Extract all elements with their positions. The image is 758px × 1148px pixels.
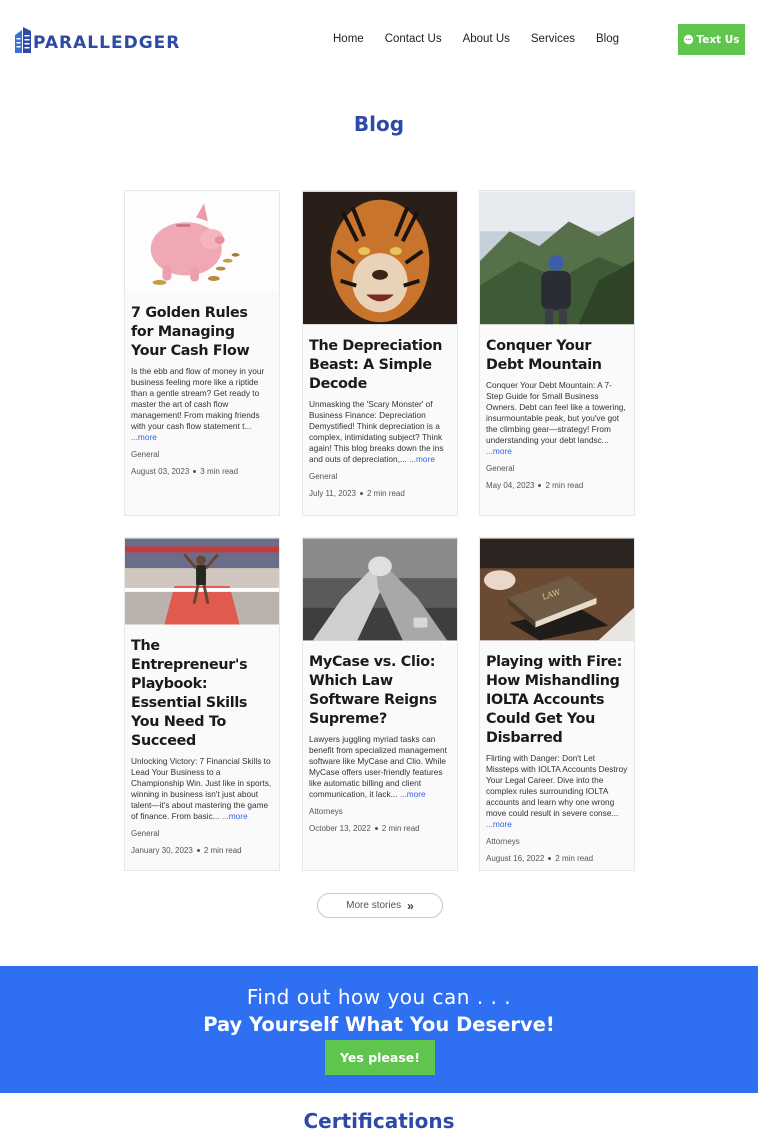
post-meta: July 11, 2023 2 min read (309, 489, 451, 498)
text-us-label: Text Us (696, 33, 740, 46)
post-title[interactable]: MyCase vs. Clio: Which Law Software Reig… (309, 653, 451, 729)
post-title[interactable]: The Entrepreneur's Playbook: Essential S… (131, 637, 273, 751)
read-more-link[interactable]: ...more (222, 811, 248, 821)
post-date: May 04, 2023 (486, 481, 535, 490)
post-title[interactable]: Conquer Your Debt Mountain (486, 337, 628, 375)
nav-blog[interactable]: Blog (596, 33, 619, 45)
post-excerpt: Lawyers juggling myriad tasks can benefi… (309, 734, 447, 799)
cta-banner: Find out how you can . . . Pay Yourself … (0, 966, 758, 1093)
post-category[interactable]: General (131, 829, 273, 838)
double-chevron-right-icon: » (407, 898, 414, 913)
post-category[interactable]: Attorneys (486, 837, 628, 846)
brand-name: PARALLEDGER (33, 33, 181, 53)
more-stories-label: More stories (346, 900, 402, 911)
post-meta: January 30, 2023 2 min read (131, 846, 273, 855)
building-logo-icon (15, 27, 31, 53)
meta-separator (548, 857, 552, 860)
blog-card[interactable]: The Entrepreneur's Playbook: Essential S… (124, 537, 280, 871)
nav-about-us[interactable]: About Us (463, 33, 510, 45)
cta-headline: Pay Yourself What You Deserve! (203, 1013, 555, 1036)
blog-card[interactable]: LAW Playing with Fire: How Mishandling I… (479, 537, 635, 871)
post-excerpt: Flirting with Danger: Don't Let Missteps… (486, 753, 628, 829)
page-title: Blog (353, 112, 405, 136)
read-more-link[interactable]: ...more (486, 819, 512, 829)
nav-contact-us[interactable]: Contact Us (385, 33, 442, 45)
brand-logo[interactable]: PARALLEDGER (14, 27, 180, 53)
read-more-link[interactable]: ...more (486, 446, 512, 456)
post-category[interactable]: General (309, 472, 451, 481)
more-stories-button[interactable]: More stories » (317, 893, 443, 918)
post-excerpt: Unlocking Victory: 7 Financial Skills to… (131, 756, 272, 821)
meta-separator (196, 849, 200, 852)
post-read-time: 2 min read (203, 846, 242, 855)
post-meta: May 04, 2023 2 min read (486, 481, 628, 490)
text-us-button[interactable]: Text Us (678, 24, 745, 55)
arm-wrestling-image (303, 538, 457, 641)
blog-card[interactable]: The Depreciation Beast: A Simple Decode … (302, 190, 458, 516)
post-category[interactable]: Attorneys (309, 807, 451, 816)
read-more-link[interactable]: ...more (131, 432, 157, 442)
meta-separator (374, 827, 378, 830)
post-date: August 03, 2023 (131, 467, 190, 476)
chat-bubble-icon (684, 34, 694, 45)
post-read-time: 3 min read (200, 467, 239, 476)
blog-card[interactable]: Conquer Your Debt Mountain Conquer Your … (479, 190, 635, 516)
blog-card[interactable]: 7 Golden Rules for Managing Your Cash Fl… (124, 190, 280, 516)
tiger-image (303, 191, 457, 325)
post-date: July 11, 2023 (309, 489, 356, 498)
post-title[interactable]: 7 Golden Rules for Managing Your Cash Fl… (131, 304, 273, 361)
yes-please-button[interactable]: Yes please! (325, 1040, 435, 1075)
marathon-finish-image (125, 538, 279, 625)
post-read-time: 2 min read (381, 824, 420, 833)
post-excerpt: Is the ebb and flow of money in your bus… (131, 366, 265, 442)
nav-home[interactable]: Home (333, 33, 364, 45)
post-read-time: 2 min read (545, 481, 584, 490)
post-date: January 30, 2023 (131, 846, 193, 855)
post-title[interactable]: The Depreciation Beast: A Simple Decode (309, 337, 451, 394)
read-more-link[interactable]: ...more (409, 454, 435, 464)
post-category[interactable]: General (131, 450, 273, 459)
piggy-bank-image (125, 191, 279, 292)
post-excerpt: Unmasking the 'Scary Monster' of Busines… (309, 399, 444, 464)
post-read-time: 2 min read (555, 854, 594, 863)
post-meta: October 13, 2022 2 min read (309, 824, 451, 833)
site-header: PARALLEDGER Home Contact Us About Us Ser… (0, 0, 758, 80)
certifications-heading: Certifications (303, 1109, 455, 1133)
post-meta: August 16, 2022 2 min read (486, 854, 628, 863)
meta-separator (360, 492, 363, 495)
post-excerpt: Conquer Your Debt Mountain: A 7-Step Gui… (486, 380, 626, 456)
read-more-link[interactable]: ...more (400, 789, 426, 799)
main-nav: Home Contact Us About Us Services Blog (333, 33, 640, 45)
post-date: August 16, 2022 (486, 854, 545, 863)
post-meta: August 03, 2023 3 min read (131, 467, 273, 476)
meta-separator (193, 470, 197, 473)
cta-intro: Find out how you can . . . (246, 985, 512, 1009)
post-title[interactable]: Playing with Fire: How Mishandling IOLTA… (486, 653, 628, 748)
blog-card[interactable]: MyCase vs. Clio: Which Law Software Reig… (302, 537, 458, 871)
meta-separator (538, 484, 542, 487)
law-book-image: LAW (480, 538, 634, 641)
hiker-mountain-image (480, 191, 634, 325)
post-date: October 13, 2022 (309, 824, 371, 833)
nav-services[interactable]: Services (531, 33, 575, 45)
post-read-time: 2 min read (367, 489, 405, 498)
post-category[interactable]: General (486, 464, 628, 473)
